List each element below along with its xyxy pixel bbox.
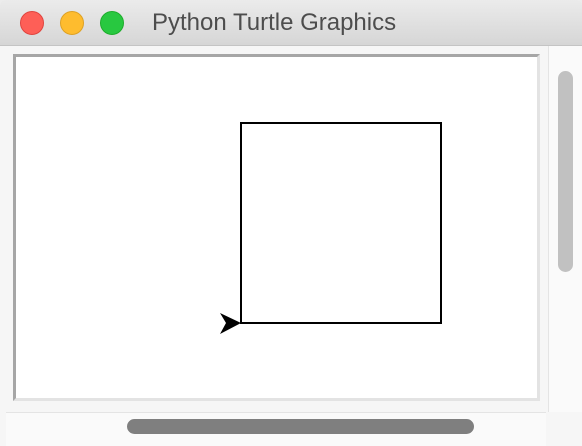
title-bar[interactable]: Python Turtle Graphics xyxy=(0,0,582,46)
scrollbar-corner xyxy=(546,412,582,446)
horizontal-scroll-thumb[interactable] xyxy=(127,419,474,434)
close-button[interactable] xyxy=(20,11,44,35)
window-title: Python Turtle Graphics xyxy=(152,9,397,36)
turtle-canvas[interactable] xyxy=(13,54,540,401)
turtle-window: Python Turtle Graphics xyxy=(0,0,582,446)
arrow-cursor-icon xyxy=(220,313,241,334)
content-area xyxy=(0,46,582,446)
horizontal-scrollbar[interactable] xyxy=(6,412,546,446)
vertical-scroll-thumb[interactable] xyxy=(558,71,573,272)
minimize-button[interactable] xyxy=(60,11,84,35)
turtle-drawing xyxy=(220,122,442,334)
drawn-square xyxy=(240,122,442,324)
zoom-button[interactable] xyxy=(100,11,124,35)
vertical-scrollbar[interactable] xyxy=(548,46,582,412)
